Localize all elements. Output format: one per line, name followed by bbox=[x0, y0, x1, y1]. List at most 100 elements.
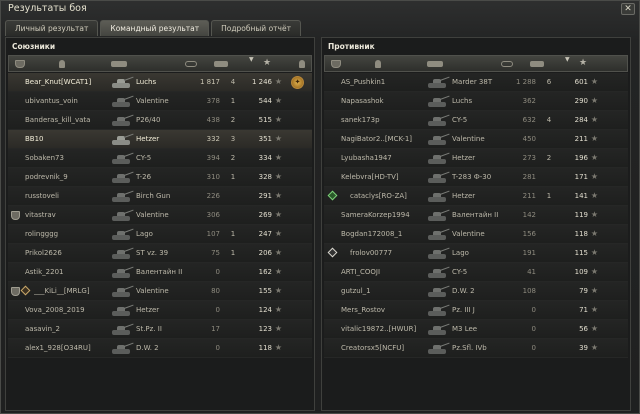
table-row[interactable]: Bogdan172008_1 Valentine 156 118 ★ bbox=[324, 225, 628, 244]
xp-star-icon: ★ bbox=[274, 77, 282, 86]
table-row[interactable]: ubivantus_voin Valentine 378 1 544 ★ bbox=[8, 92, 312, 111]
table-row[interactable]: AS_Pushkin1 Marder 38T 1 288 6 601 ★ bbox=[324, 73, 628, 92]
xp-value: 601 bbox=[574, 78, 588, 86]
frags-column-icon[interactable] bbox=[214, 61, 228, 67]
damage-column-icon[interactable] bbox=[185, 61, 197, 67]
player-column-icon[interactable] bbox=[375, 60, 381, 68]
enemies-panel: Противник ▼ ★ AS_Pushkin1 Marder 38T 1 288… bbox=[321, 37, 631, 411]
player-name: alex1_928[O34RU] bbox=[25, 344, 91, 352]
table-row[interactable]: gutzul_1 D.W. 2 108 79 ★ bbox=[324, 282, 628, 301]
table-row[interactable]: Napasashok Luchs 362 290 ★ bbox=[324, 92, 628, 111]
table-row[interactable]: russtoveli Birch Gun 226 291 ★ bbox=[8, 187, 312, 206]
tab-team-result[interactable]: Командный результат bbox=[100, 20, 210, 36]
table-row[interactable]: Lyubasha1947 Hetzer 273 2 196 ★ bbox=[324, 149, 628, 168]
tank-icon bbox=[108, 209, 134, 222]
xp-value: 79 bbox=[579, 287, 588, 295]
player-name: sanek173p bbox=[341, 116, 380, 124]
table-row[interactable]: Banderas_kill_vata P26/40 438 2 515 ★ bbox=[8, 111, 312, 130]
tab-bar: Личный результат Командный результат Под… bbox=[5, 20, 303, 36]
xp-star-icon: ★ bbox=[274, 343, 282, 352]
vehicle-column-icon[interactable] bbox=[427, 61, 443, 67]
xp-star-icon: ★ bbox=[274, 324, 282, 333]
xp-value: 141 bbox=[574, 192, 588, 200]
vehicle-name: Valentine bbox=[452, 135, 485, 143]
player-column-icon[interactable] bbox=[59, 60, 65, 68]
achievement-badge-icon[interactable]: ✦ bbox=[291, 76, 304, 89]
xp-column-icon[interactable]: ★ bbox=[579, 58, 587, 68]
clan-column-icon[interactable] bbox=[15, 60, 25, 68]
xp-star-icon: ★ bbox=[590, 115, 598, 124]
frags-value: 4 bbox=[546, 116, 552, 124]
table-row[interactable]: Vova_2008_2019 Hetzer 0 124 ★ bbox=[8, 301, 312, 320]
table-row[interactable]: rolingggg Lago 107 1 247 ★ bbox=[8, 225, 312, 244]
clan-column-icon[interactable] bbox=[331, 60, 341, 68]
player-name: Sobaken73 bbox=[25, 154, 64, 162]
table-row[interactable]: ARTI_COOJI CY-5 41 109 ★ bbox=[324, 263, 628, 282]
frags-value: 1 bbox=[230, 173, 236, 181]
table-row[interactable]: cataclys[RO-ZA] Hetzer 211 1 141 ★ bbox=[324, 187, 628, 206]
xp-star-icon: ★ bbox=[274, 153, 282, 162]
table-row[interactable]: Prikol2626 ST vz. 39 75 1 206 ★ bbox=[8, 244, 312, 263]
table-row[interactable]: ___KiLi__[MRLG] Valentine 80 155 ★ bbox=[8, 282, 312, 301]
vehicle-column-icon[interactable] bbox=[111, 61, 127, 67]
xp-value: 328 bbox=[258, 173, 272, 181]
table-row[interactable]: vitalic19872..[HWUR] M3 Lee 0 56 ★ bbox=[324, 320, 628, 339]
tab-detailed-report[interactable]: Подробный отчёт bbox=[211, 20, 301, 36]
xp-value: 39 bbox=[579, 344, 588, 352]
table-row[interactable]: Bear_Knut[WCAT1] Luchs 1 817 4 1 246 ★ ✦ bbox=[8, 73, 312, 92]
table-row[interactable]: Creatorsx5[NCFU] Pz.Sfl. IVb 0 39 ★ bbox=[324, 339, 628, 358]
xp-star-icon: ★ bbox=[590, 248, 598, 257]
allies-list: Bear_Knut[WCAT1] Luchs 1 817 4 1 246 ★ ✦ ubivan… bbox=[8, 73, 312, 358]
xp-star-icon: ★ bbox=[274, 191, 282, 200]
xp-value: 196 bbox=[574, 154, 588, 162]
enemies-column-header: ▼ ★ bbox=[324, 55, 628, 72]
xp-value: 124 bbox=[258, 306, 272, 314]
xp-star-icon: ★ bbox=[590, 172, 598, 181]
table-row[interactable]: podrevnik_9 T-26 310 1 328 ★ bbox=[8, 168, 312, 187]
table-row[interactable]: NagiBator2..[MCK-1] Valentine 450 211 ★ bbox=[324, 130, 628, 149]
xp-star-icon: ★ bbox=[274, 134, 282, 143]
damage-column-icon[interactable] bbox=[501, 61, 513, 67]
close-button[interactable]: ✕ bbox=[621, 3, 635, 15]
damage-value: 80 bbox=[211, 287, 220, 295]
vehicle-name: D.W. 2 bbox=[452, 287, 475, 295]
xp-star-icon: ★ bbox=[590, 96, 598, 105]
achievements-column-icon[interactable] bbox=[299, 60, 305, 68]
vehicle-name: Валентайн II bbox=[452, 211, 499, 219]
table-row[interactable]: frolov00777 Lago 191 115 ★ bbox=[324, 244, 628, 263]
tab-personal-result[interactable]: Личный результат bbox=[5, 20, 99, 36]
frags-value: 1 bbox=[230, 230, 236, 238]
damage-value: 156 bbox=[522, 230, 536, 238]
xp-star-icon: ★ bbox=[274, 210, 282, 219]
table-row[interactable]: Mers_Rostov Pz. III J 0 71 ★ bbox=[324, 301, 628, 320]
tank-icon bbox=[424, 228, 450, 241]
player-name: Vova_2008_2019 bbox=[25, 306, 85, 314]
xp-star-icon: ★ bbox=[590, 77, 598, 86]
sort-arrow-icon: ▼ bbox=[249, 56, 254, 63]
table-row[interactable]: aasavin_2 St.Pz. II 17 123 ★ bbox=[8, 320, 312, 339]
allies-panel: Союзники ▼ ★ Bear_Knut[WCAT1] Luchs 1 817 4… bbox=[5, 37, 315, 411]
xp-star-icon: ★ bbox=[274, 229, 282, 238]
frags-column-icon[interactable] bbox=[530, 61, 544, 67]
battle-results-window: Результаты боя ✕ Личный результат Команд… bbox=[0, 0, 640, 414]
frags-value: 1 bbox=[546, 192, 552, 200]
xp-column-icon[interactable]: ★ bbox=[263, 58, 271, 68]
table-row[interactable]: alex1_928[O34RU] D.W. 2 0 118 ★ bbox=[8, 339, 312, 358]
tank-icon bbox=[424, 171, 450, 184]
damage-value: 107 bbox=[206, 230, 220, 238]
enemies-list: AS_Pushkin1 Marder 38T 1 288 6 601 ★ Napasasho… bbox=[324, 73, 628, 358]
xp-value: 290 bbox=[574, 97, 588, 105]
damage-value: 191 bbox=[522, 249, 536, 257]
tank-icon bbox=[424, 152, 450, 165]
table-row[interactable]: Kelebvra[HD-TV] T-283 Ф-30 281 171 ★ bbox=[324, 168, 628, 187]
clan-shield-icon bbox=[11, 211, 20, 220]
table-row[interactable]: BB10 Hetzer 332 3 351 ★ bbox=[8, 130, 312, 149]
table-row[interactable]: Sobaken73 CY-5 394 2 334 ★ bbox=[8, 149, 312, 168]
tank-icon bbox=[424, 247, 450, 260]
table-row[interactable]: Astik_2201 Валентайн II 0 162 ★ bbox=[8, 263, 312, 282]
player-name: Bear_Knut[WCAT1] bbox=[25, 78, 92, 86]
table-row[interactable]: SameraKorzep1994 Валентайн II 142 119 ★ bbox=[324, 206, 628, 225]
table-row[interactable]: sanek173p CY-5 632 4 284 ★ bbox=[324, 111, 628, 130]
tank-icon bbox=[108, 152, 134, 165]
table-row[interactable]: vitastrav Valentine 306 269 ★ bbox=[8, 206, 312, 225]
